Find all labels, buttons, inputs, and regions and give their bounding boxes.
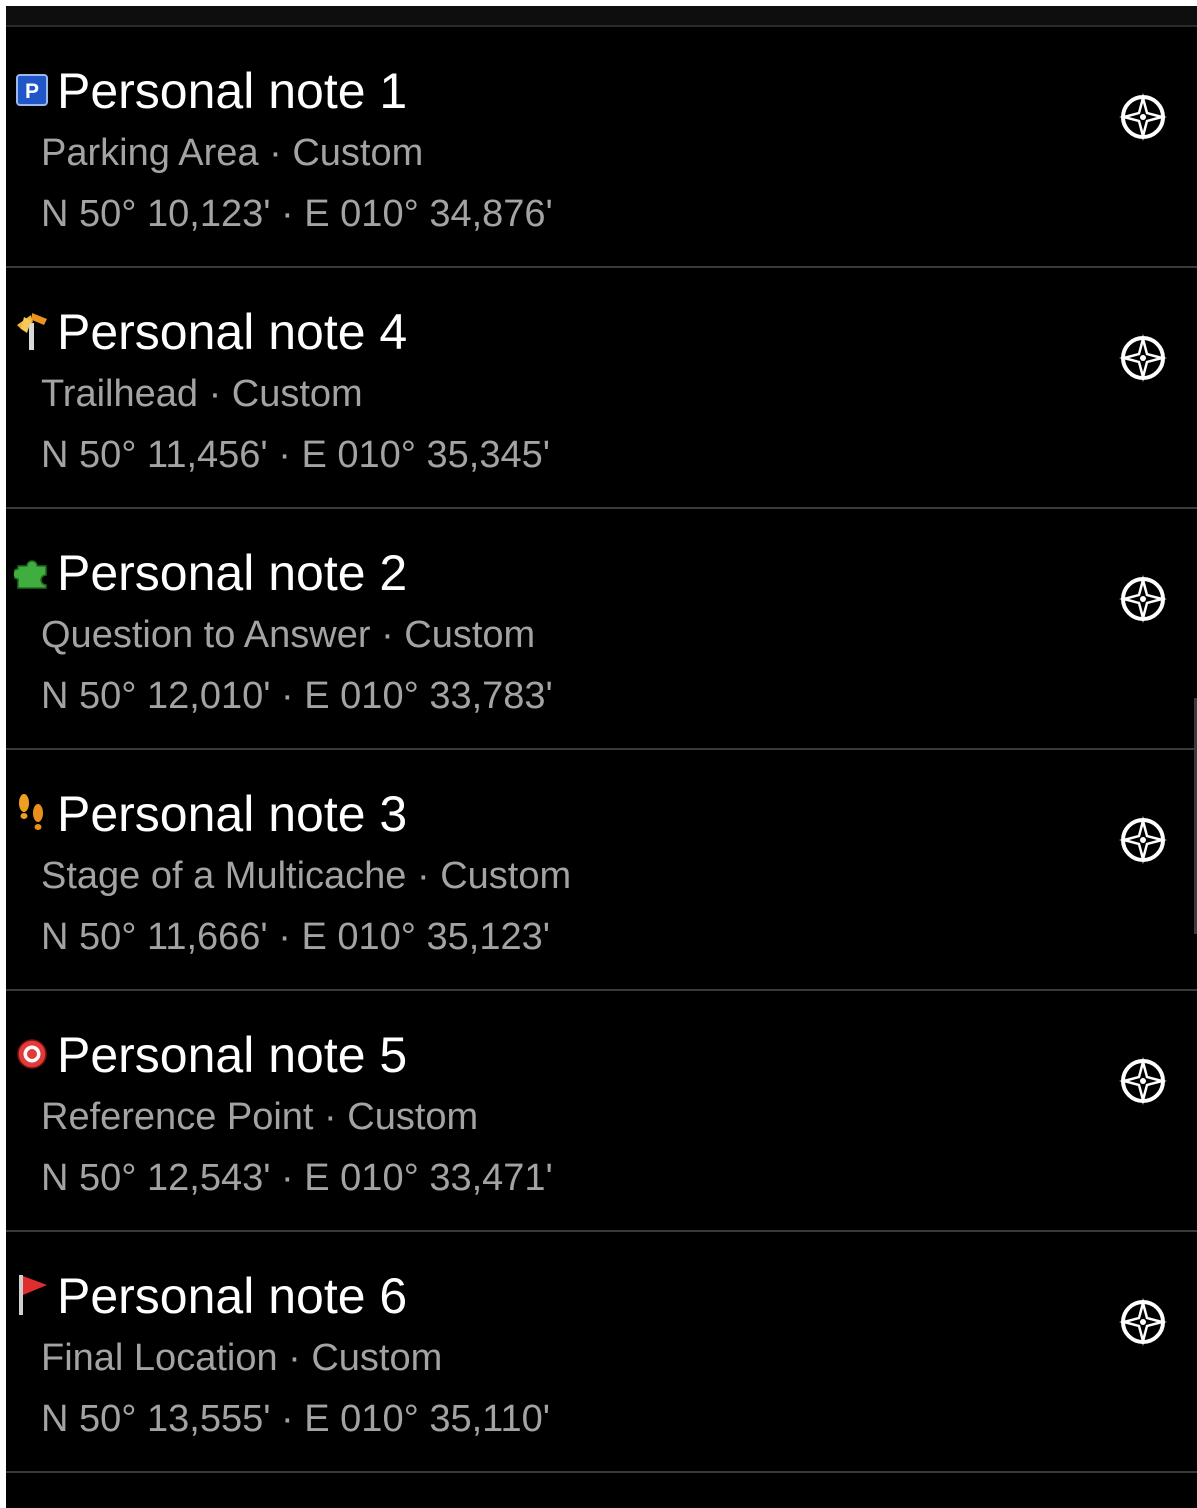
waypoint-type: Trailhead · Custom (41, 373, 363, 415)
waypoint-row[interactable]: Personal note 4 Trailhead · Custom N 50°… (6, 268, 1197, 509)
waypoint-coordinates: N 50° 11,456' · E 010° 35,345' (41, 434, 550, 476)
flag-icon (14, 1275, 50, 1315)
waypoint-row[interactable]: Personal note 3 Stage of a Multicache · … (6, 750, 1197, 991)
navigate-button[interactable] (1115, 89, 1171, 145)
waypoint-title: Personal note 4 (57, 304, 408, 360)
waypoint-row[interactable]: Personal note 5 Reference Point · Custom… (6, 991, 1197, 1232)
waypoint-list: P Personal note 1 Parking Area · Custom … (6, 27, 1197, 1473)
waypoint-coordinates: N 50° 12,010' · E 010° 33,783' (41, 675, 553, 717)
waypoint-title: Personal note 3 (57, 786, 408, 842)
trailhead-icon (14, 313, 50, 350)
waypoint-title: Personal note 1 (57, 63, 408, 119)
footprints-icon (14, 794, 50, 831)
compass-navigate-icon (1119, 334, 1167, 382)
compass-navigate-icon (1119, 575, 1167, 623)
waypoint-coordinates: N 50° 11,666' · E 010° 35,123' (41, 916, 550, 958)
compass-navigate-icon (1119, 93, 1167, 141)
waypoint-type: Parking Area · Custom (41, 132, 424, 174)
puzzle-icon (14, 554, 50, 590)
waypoint-row[interactable]: Personal note 6 Final Location · Custom … (6, 1232, 1197, 1473)
navigate-button[interactable] (1115, 1053, 1171, 1109)
waypoint-row[interactable]: P Personal note 1 Parking Area · Custom … (6, 27, 1197, 268)
waypoint-title: Personal note 6 (57, 1268, 408, 1324)
compass-navigate-icon (1119, 816, 1167, 864)
parking-icon: P (14, 72, 50, 108)
waypoint-type: Stage of a Multicache · Custom (41, 855, 572, 897)
compass-navigate-icon (1119, 1298, 1167, 1346)
waypoint-title: Personal note 5 (57, 1027, 408, 1083)
compass-navigate-icon (1119, 1057, 1167, 1105)
navigate-button[interactable] (1115, 1294, 1171, 1350)
navigate-button[interactable] (1115, 571, 1171, 627)
waypoint-list-screen: P Personal note 1 Parking Area · Custom … (6, 6, 1197, 1508)
reference-point-icon (14, 1036, 50, 1072)
waypoint-row[interactable]: Personal note 2 Question to Answer · Cus… (6, 509, 1197, 750)
waypoint-coordinates: N 50° 13,555' · E 010° 35,110' (41, 1398, 550, 1440)
waypoint-type: Final Location · Custom (41, 1337, 443, 1379)
svg-text:P: P (25, 80, 39, 103)
waypoint-coordinates: N 50° 12,543' · E 010° 33,471' (41, 1157, 553, 1199)
waypoint-coordinates: N 50° 10,123' · E 010° 34,876' (41, 193, 553, 235)
waypoint-type: Reference Point · Custom (41, 1096, 479, 1138)
top-strip (6, 6, 1197, 27)
waypoint-title: Personal note 2 (57, 545, 408, 601)
navigate-button[interactable] (1115, 330, 1171, 386)
waypoint-type: Question to Answer · Custom (41, 614, 536, 656)
navigate-button[interactable] (1115, 812, 1171, 868)
